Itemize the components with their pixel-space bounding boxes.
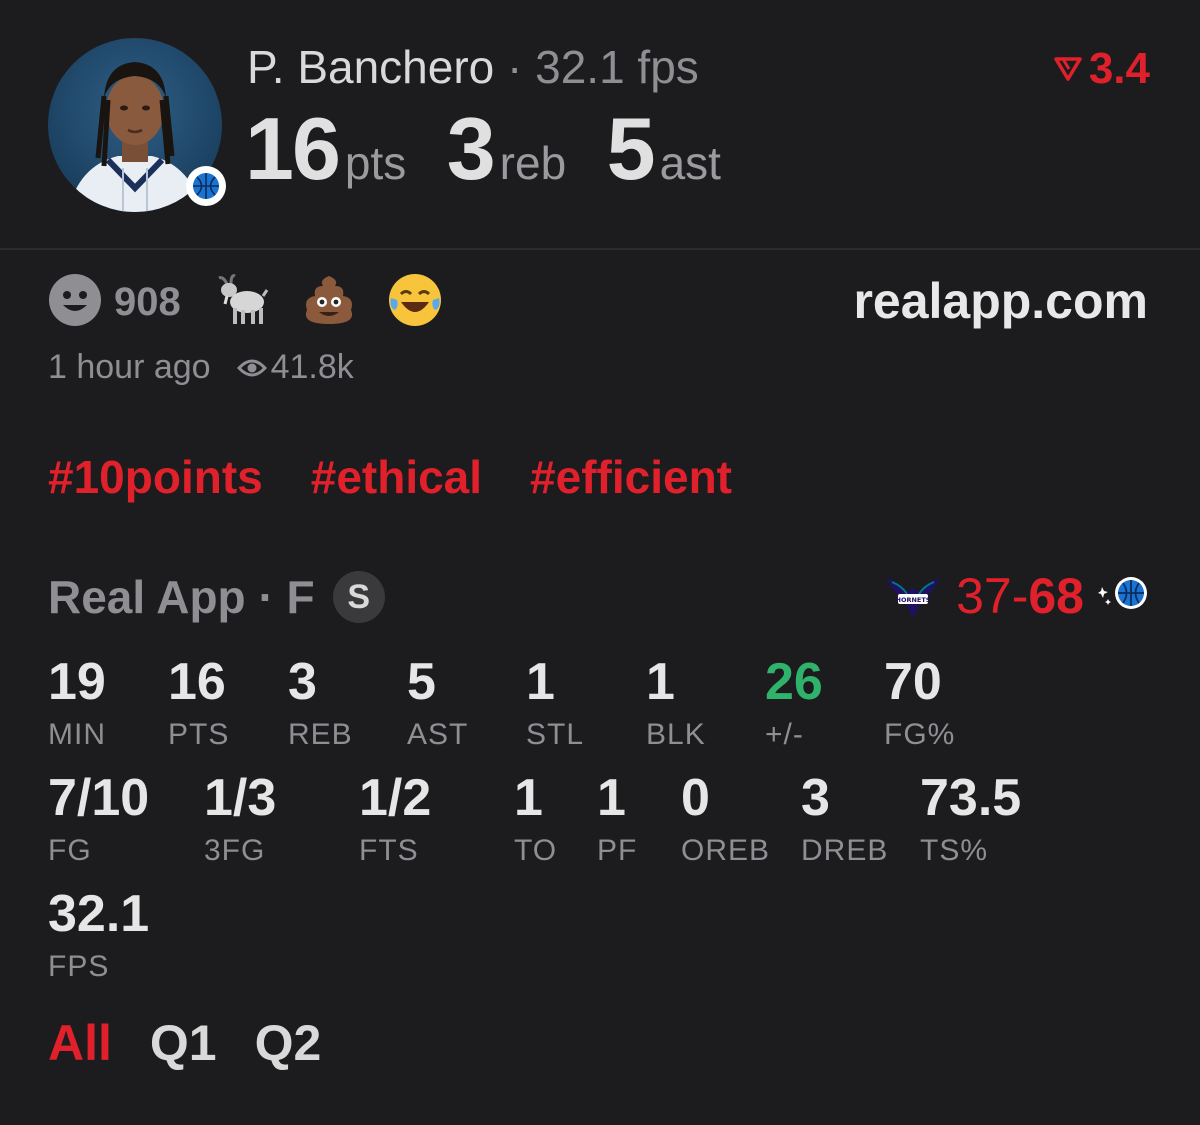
game-source: Real App · F S xyxy=(48,570,385,624)
game-score[interactable]: HORNETS 37-68 xyxy=(884,564,1150,627)
headline-assists: 5 ast xyxy=(606,99,721,198)
trend-value: 3.4 xyxy=(1088,44,1150,93)
stat-fts: 1/2 FTS xyxy=(359,769,432,867)
stat-blk: 1 BLK xyxy=(646,653,706,751)
player-name-line[interactable]: P. Banchero · 32.1 fps xyxy=(247,40,699,94)
period-tabs: All Q1 Q2 xyxy=(48,1014,321,1072)
stat-ast: 5 AST xyxy=(407,653,469,751)
player-fps: 32.1 fps xyxy=(535,41,699,93)
views-count: 41.8k xyxy=(236,348,354,387)
stat-3fg: 1/3 3FG xyxy=(204,769,277,867)
score: 37-68 xyxy=(956,567,1084,624)
stat-fg-pct: 70 FG% xyxy=(884,653,956,751)
starter-badge: S xyxy=(332,571,385,623)
trend-down-icon xyxy=(1054,57,1082,81)
player-position: F xyxy=(286,571,315,623)
headline-stats: 16 pts 3 reb 5 ast xyxy=(245,98,757,200)
hashtag[interactable]: #efficient xyxy=(530,450,732,504)
player-name[interactable]: P. Banchero xyxy=(247,41,494,93)
post-meta: 1 hour ago 41.8k xyxy=(48,348,354,387)
header-divider xyxy=(0,248,1200,250)
source-label: Real App xyxy=(48,571,246,623)
stat-oreb: 0 OREB xyxy=(681,769,771,867)
stat-fps: 32.1 FPS xyxy=(48,885,150,983)
hashtag[interactable]: #ethical xyxy=(311,450,482,504)
tab-all[interactable]: All xyxy=(48,1014,112,1072)
name-separator: · xyxy=(507,41,523,93)
eye-icon xyxy=(236,359,267,376)
score-home: 37 xyxy=(956,567,1012,624)
hashtags: #10points #ethical #efficient xyxy=(48,450,732,504)
hashtag[interactable]: #10points xyxy=(48,450,263,504)
stat-pf: 1 PF xyxy=(597,769,638,867)
magic-team-logo-icon xyxy=(186,166,226,206)
stat-to: 1 TO xyxy=(514,769,558,867)
hornets-logo-icon: HORNETS xyxy=(884,564,942,627)
score-away: 68 xyxy=(1028,567,1084,624)
stat-stl: 1 STL xyxy=(526,653,585,751)
source-dot: · xyxy=(258,571,274,623)
magic-logo-icon xyxy=(1098,573,1150,618)
svg-text:HORNETS: HORNETS xyxy=(896,596,931,604)
stat-fg: 7/10 FG xyxy=(48,769,150,867)
site-link[interactable]: realapp.com xyxy=(853,272,1148,330)
stat-plus-minus: 26 +/- xyxy=(765,653,823,751)
stat-ts-pct: 73.5 TS% xyxy=(920,769,1022,867)
headline-points: 16 pts xyxy=(245,99,407,198)
trend-indicator[interactable]: 3.4 xyxy=(1053,44,1150,94)
tab-q1[interactable]: Q1 xyxy=(150,1014,217,1072)
headline-rebounds: 3 reb xyxy=(446,99,567,198)
stat-pts: 16 PTS xyxy=(168,653,230,751)
laughing-emoji-icon[interactable] xyxy=(387,272,443,333)
reactions-bar: 908 xyxy=(48,272,473,333)
stat-min: 19 MIN xyxy=(48,653,106,751)
goat-emoji-icon[interactable] xyxy=(215,272,271,333)
stat-reb: 3 REB xyxy=(288,653,353,751)
reaction-count: 908 xyxy=(114,280,181,324)
views-value: 41.8k xyxy=(270,348,354,386)
time-ago: 1 hour ago xyxy=(48,348,211,386)
poop-emoji-icon[interactable] xyxy=(301,272,357,333)
tab-q2[interactable]: Q2 xyxy=(255,1014,322,1072)
smiley-reaction-icon[interactable] xyxy=(48,273,102,332)
stat-dreb: 3 DREB xyxy=(801,769,889,867)
